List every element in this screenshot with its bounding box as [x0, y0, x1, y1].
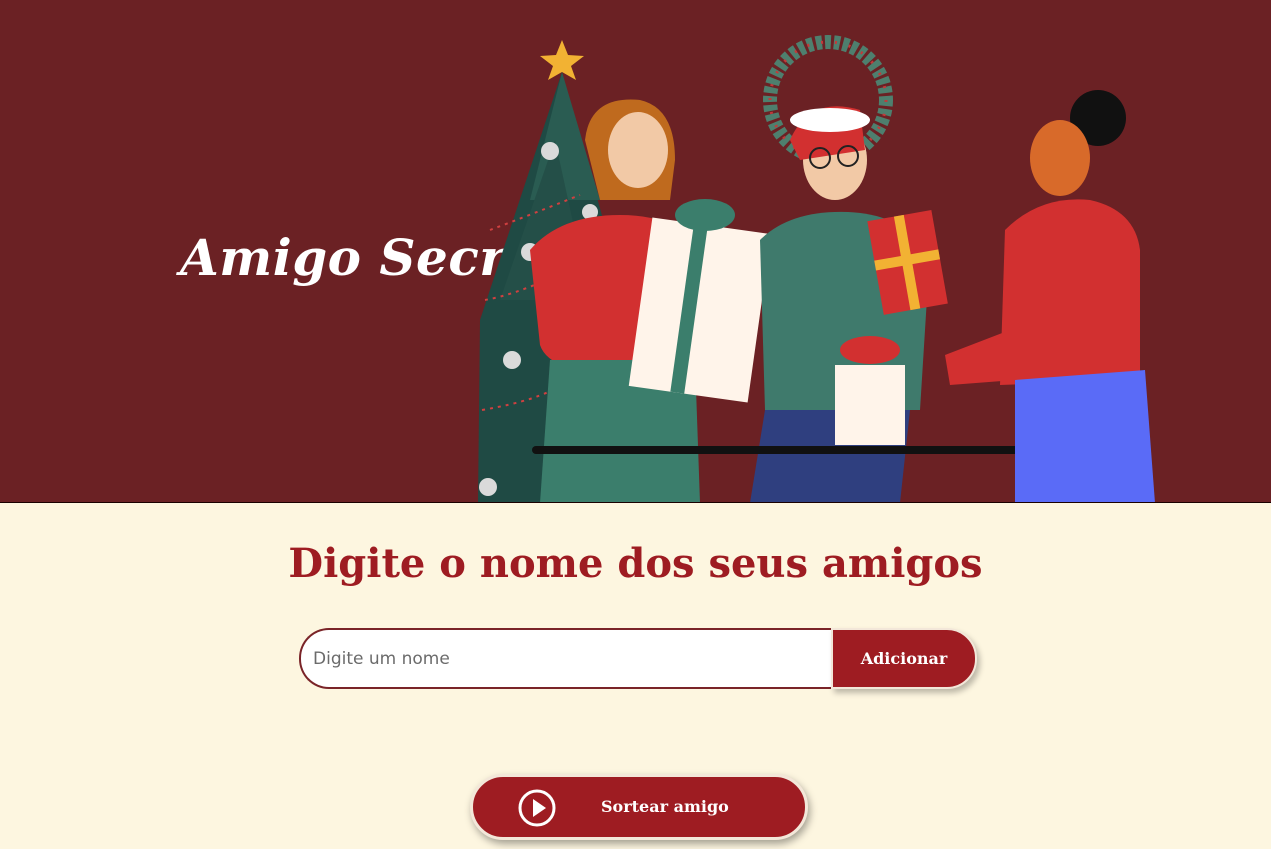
- friend-name-input[interactable]: [299, 628, 831, 689]
- section-heading: Digite o nome dos seus amigos: [288, 540, 983, 587]
- christmas-illustration: [478, 35, 1155, 502]
- draw-friend-button[interactable]: Sortear amigo: [470, 774, 808, 840]
- man-middle-figure: [750, 106, 948, 502]
- app-title: Amigo Secreto: [180, 228, 596, 287]
- header-banner: Amigo Secreto: [0, 0, 1271, 503]
- main-content: Digite o nome dos seus amigos Adicionar …: [0, 504, 1271, 849]
- draw-button-label: Sortear amigo: [601, 797, 729, 816]
- woman-right-figure: [945, 90, 1155, 502]
- play-circle-icon: [518, 789, 556, 827]
- add-button[interactable]: Adicionar: [831, 628, 977, 689]
- add-friend-row: Adicionar: [299, 628, 979, 690]
